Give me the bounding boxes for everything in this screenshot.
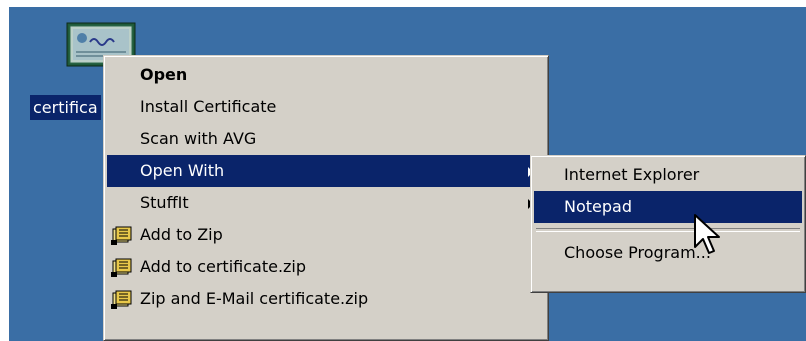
menu-item-label: Scan with AVG [140,129,257,148]
context-menu: Open Install Certificate Scan with AVG O… [103,55,549,341]
winzip-icon [111,257,133,277]
menu-item-label: Open With [140,161,225,180]
menu-item-zip-and-email[interactable]: Zip and E-Mail certificate.zip [107,283,545,315]
menu-item-open[interactable]: Open [107,59,545,91]
menu-item-add-to-certificate-zip[interactable]: Add to certificate.zip [107,251,545,283]
submenu-item-label: Internet Explorer [564,165,700,184]
menu-item-label: Zip and E-Mail certificate.zip [140,289,369,308]
submenu-item-label: Notepad [564,197,632,216]
desktop-icon-label[interactable]: certifica [30,95,101,120]
menu-item-label: Add to Zip [140,225,223,244]
menu-item-label: StuffIt [140,193,189,212]
menu-item-label: Add to certificate.zip [140,257,307,276]
submenu-item-notepad[interactable]: Notepad [534,191,802,223]
open-with-submenu: Internet Explorer Notepad Choose Program… [530,155,806,293]
submenu-item-label: Choose Program... [564,243,711,262]
menu-item-label: Open [140,65,188,84]
submenu-item-internet-explorer[interactable]: Internet Explorer [534,159,802,191]
menu-item-add-to-zip[interactable]: Add to Zip [107,219,545,251]
menu-item-scan-with-avg[interactable]: Scan with AVG [107,123,545,155]
arrow-cursor-icon [693,213,723,257]
menu-item-stuffit[interactable]: StuffIt [107,187,545,219]
submenu-item-choose-program[interactable]: Choose Program... [534,237,802,269]
menu-item-install-certificate[interactable]: Install Certificate [107,91,545,123]
menu-separator [536,228,800,232]
menu-item-open-with[interactable]: Open With [107,155,545,187]
menu-item-label: Install Certificate [140,97,277,116]
winzip-icon [111,225,133,245]
winzip-icon [111,289,133,309]
